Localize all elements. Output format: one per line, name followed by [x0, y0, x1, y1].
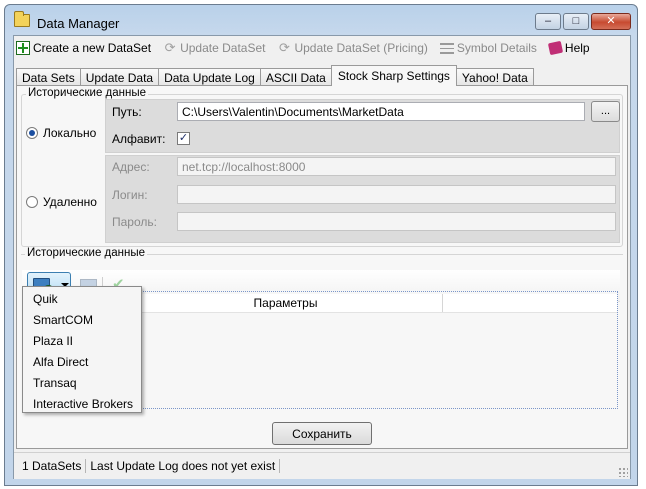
password-label: Пароль: — [112, 215, 157, 229]
password-field[interactable] — [177, 212, 616, 231]
folder-icon — [14, 11, 30, 27]
status-bar: 1 DataSets Last Update Log does not yet … — [14, 452, 630, 479]
window-title: Data Manager — [37, 16, 120, 31]
create-dataset-label: Create a new DataSet — [33, 41, 152, 55]
details-icon — [439, 43, 454, 54]
help-button[interactable]: Help — [547, 40, 590, 56]
menu-item-transaq[interactable]: Transaq — [23, 372, 141, 393]
login-label: Логин: — [112, 188, 148, 202]
menu-item-plaza[interactable]: Plaza II — [23, 330, 141, 351]
save-button[interactable]: Сохранить — [272, 422, 372, 445]
local-label: Локально — [43, 126, 97, 140]
tab-label: Data Sets — [22, 70, 75, 85]
symbol-details-label: Symbol Details — [456, 41, 537, 55]
remote-radio[interactable] — [26, 196, 38, 208]
remote-label: Удаленно — [43, 195, 97, 209]
tab-label: Yahoo! Data — [461, 70, 528, 85]
tab-ascii-data[interactable]: ASCII Data — [259, 68, 332, 86]
update-dataset-pricing-label: Update DataSet (Pricing) — [294, 41, 428, 55]
title-bar[interactable]: Data Manager – □ ✕ — [5, 5, 637, 35]
tab-update-data[interactable]: Update Data — [79, 68, 160, 86]
connection-type-menu: Quik SmartCOM Plaza II Alfa Direct Trans… — [22, 286, 142, 413]
connections-group-title: Исторические данные — [25, 247, 148, 259]
tab-label: ASCII Data — [265, 70, 326, 85]
main-toolbar: Create a new DataSet ⟳ Update DataSet ⟳ … — [14, 37, 630, 59]
address-field[interactable]: net.tcp://localhost:8000 — [177, 157, 616, 176]
symbol-details-button[interactable]: Symbol Details — [439, 41, 537, 55]
update-dataset-label: Update DataSet — [180, 41, 266, 55]
add-icon — [16, 41, 30, 55]
tab-stock-sharp-settings[interactable]: Stock Sharp Settings — [330, 65, 457, 86]
help-book-icon — [547, 40, 564, 56]
resize-grip-icon[interactable] — [618, 467, 628, 477]
close-icon: ✕ — [606, 15, 616, 27]
path-field[interactable]: C:\Users\Valentin\Documents\MarketData — [177, 102, 585, 121]
tab-label: Data Update Log — [164, 70, 255, 85]
tab-data-sets[interactable]: Data Sets — [16, 68, 81, 86]
minimize-icon: – — [544, 15, 552, 27]
status-datasets: 1 DataSets — [18, 459, 87, 473]
maximize-icon: □ — [572, 15, 580, 27]
caption-buttons: – □ ✕ — [535, 13, 631, 30]
update-dataset-pricing-button[interactable]: ⟳ Update DataSet (Pricing) — [277, 40, 428, 56]
menu-item-quik[interactable]: Quik — [23, 288, 141, 309]
tab-strip: Data Sets Update Data Data Update Log AS… — [16, 65, 534, 86]
help-label: Help — [564, 41, 590, 55]
refresh-icon: ⟳ — [279, 40, 290, 55]
tab-yahoo-data[interactable]: Yahoo! Data — [455, 68, 534, 86]
update-dataset-button[interactable]: ⟳ Update DataSet — [163, 40, 266, 56]
refresh-icon: ⟳ — [164, 40, 176, 55]
local-radio-option[interactable]: Локально — [26, 126, 96, 140]
menu-item-smartcom[interactable]: SmartCOM — [23, 309, 141, 330]
alphabet-label: Алфавит: — [112, 132, 166, 146]
close-button[interactable]: ✕ — [591, 13, 631, 30]
local-radio[interactable] — [26, 127, 38, 139]
tab-data-update-log[interactable]: Data Update Log — [158, 68, 261, 86]
browse-button[interactable]: ... — [591, 101, 620, 122]
maximize-button[interactable]: □ — [563, 13, 589, 30]
create-dataset-button[interactable]: Create a new DataSet — [16, 41, 151, 55]
login-field[interactable] — [177, 185, 616, 204]
remote-radio-option[interactable]: Удаленно — [26, 195, 97, 209]
tab-label: Stock Sharp Settings — [337, 69, 450, 83]
menu-item-alfa-direct[interactable]: Alfa Direct — [23, 351, 141, 372]
address-label: Адрес: — [112, 160, 150, 174]
grid-header-blank[interactable] — [443, 294, 616, 312]
alphabet-checkbox[interactable]: ✓ — [177, 132, 190, 145]
history-storage-group: Исторические данные Локально Путь: C:\Us… — [21, 87, 623, 247]
menu-item-interactive-brokers[interactable]: Interactive Brokers — [23, 393, 141, 414]
minimize-button[interactable]: – — [535, 13, 561, 30]
grid-header-parameters[interactable]: Параметры — [129, 294, 443, 312]
tab-label: Update Data — [85, 70, 154, 85]
history-group-title: Исторические данные — [26, 87, 149, 99]
status-log: Last Update Log does not yet exist — [86, 459, 281, 473]
path-label: Путь: — [112, 105, 142, 119]
